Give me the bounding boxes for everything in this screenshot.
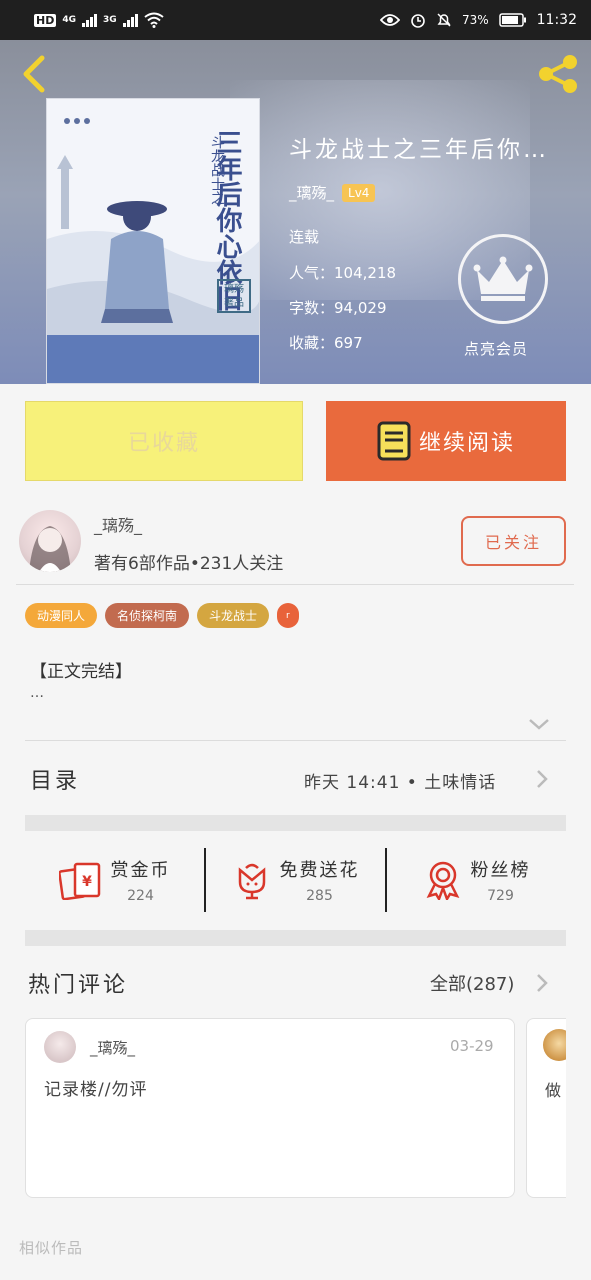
section-separator-2 bbox=[25, 930, 566, 946]
mute-bell-icon bbox=[437, 13, 451, 27]
author-card-summary: 著有6部作品•231人关注 bbox=[94, 554, 284, 574]
tag-item[interactable]: 名侦探柯南 bbox=[105, 603, 190, 628]
toc-label[interactable]: 目录 bbox=[30, 763, 80, 795]
book-title: 斗龙战士之三年后你… bbox=[289, 137, 549, 163]
svg-text:¥: ¥ bbox=[82, 874, 92, 890]
tag-item[interactable]: r bbox=[277, 603, 299, 628]
all-comments-link[interactable]: 全部(287) bbox=[430, 970, 514, 996]
stat-label: 赏金币 bbox=[110, 860, 171, 881]
tag-item[interactable]: 斗龙战士 bbox=[197, 603, 270, 628]
similar-works-title: 相似作品 bbox=[19, 1239, 84, 1257]
book-word-count: 字数：94,029 bbox=[289, 299, 387, 317]
back-button[interactable] bbox=[14, 54, 54, 94]
flower-icon bbox=[238, 863, 265, 900]
stat-label: 粉丝榜 bbox=[470, 860, 531, 881]
free-flower-button[interactable]: 免费送花 285 bbox=[206, 845, 385, 915]
comment-user[interactable]: _璃殇_ bbox=[90, 1037, 135, 1058]
alarm-icon bbox=[411, 14, 425, 28]
cover-badge: 璃殇 著品 bbox=[217, 279, 251, 313]
stat-value: 285 bbox=[306, 888, 333, 904]
book-author-name[interactable]: _璃殇_ bbox=[289, 182, 334, 203]
author-avatar-art bbox=[29, 526, 71, 572]
comment-text: 记录楼//勿评 bbox=[44, 1080, 148, 1100]
book-popularity: 人气：104,218 bbox=[289, 264, 397, 282]
section-separator bbox=[25, 815, 566, 831]
comment-text: 做 bbox=[545, 1081, 562, 1100]
tag-list: 动漫同人 名侦探柯南 斗龙战士 r bbox=[25, 603, 299, 628]
book-cover[interactable]: 斗龙战士之 三年后你心依旧 璃殇 著品 bbox=[46, 98, 260, 384]
toc-chevron-right-icon[interactable] bbox=[534, 768, 550, 790]
share-button[interactable] bbox=[534, 52, 582, 96]
book-status: 连载 bbox=[289, 228, 320, 246]
fan-ranking-button[interactable]: 粉丝榜 729 bbox=[387, 845, 566, 915]
battery-icon bbox=[498, 13, 526, 27]
hot-comments-title: 热门评论 bbox=[28, 973, 129, 998]
book-favorites: 收藏：697 bbox=[289, 334, 363, 352]
follow-button[interactable]: 已关注 bbox=[461, 516, 566, 566]
follow-button-label: 已关注 bbox=[484, 533, 542, 552]
intro-divider bbox=[25, 740, 566, 741]
signal-icon bbox=[82, 13, 97, 27]
continue-reading-button[interactable]: 继续阅读 bbox=[326, 401, 566, 481]
comment-avatar[interactable] bbox=[543, 1029, 566, 1061]
stat-value: 224 bbox=[127, 888, 154, 904]
medal-icon bbox=[426, 861, 459, 900]
author-card-name[interactable]: _璃殇_ bbox=[94, 512, 142, 536]
battery-percent: 73% bbox=[461, 13, 489, 27]
author-avatar[interactable] bbox=[19, 510, 81, 572]
book-icon bbox=[377, 421, 411, 461]
hd-indicator: HD bbox=[34, 13, 57, 27]
all-comments-chevron-icon[interactable] bbox=[534, 972, 550, 994]
intro-title: 【正文完结】 bbox=[30, 662, 132, 682]
eye-icon bbox=[379, 14, 400, 26]
chevron-down-icon bbox=[529, 719, 549, 730]
wifi-icon bbox=[144, 12, 164, 28]
crown-icon bbox=[473, 256, 533, 301]
status-bar: HD 4G 3G 73% 11:32 bbox=[0, 0, 591, 40]
comment-avatar[interactable] bbox=[44, 1031, 76, 1063]
intro-body: … bbox=[30, 685, 44, 701]
comment-card[interactable]: _璃殇_ 03-29 记录楼//勿评 bbox=[25, 1018, 515, 1198]
stat-value: 729 bbox=[487, 888, 514, 904]
collect-button[interactable]: 已收藏 bbox=[25, 401, 303, 481]
signal-icon-2 bbox=[122, 13, 138, 27]
continue-reading-label: 继续阅读 bbox=[418, 431, 515, 456]
comment-date: 03-29 bbox=[450, 1037, 494, 1055]
red-envelope-icon: ¥ bbox=[58, 862, 100, 900]
author-level-badge: Lv4 bbox=[342, 183, 376, 202]
vip-button[interactable] bbox=[458, 234, 548, 324]
cover-bottom-band bbox=[47, 335, 259, 383]
comment-card-partial[interactable]: 做 bbox=[526, 1018, 566, 1198]
stat-label: 免费送花 bbox=[279, 860, 360, 881]
collect-button-label: 已收藏 bbox=[127, 431, 200, 456]
author-divider bbox=[16, 584, 574, 585]
stats-row: ¥ 赏金币 224 免费送花 285 粉丝榜 729 bbox=[25, 845, 566, 915]
reward-coin-button[interactable]: ¥ 赏金币 224 bbox=[25, 845, 204, 915]
network-4g-label: 4G bbox=[62, 15, 76, 25]
chevron-left-icon bbox=[23, 55, 45, 93]
book-author-row[interactable]: _璃殇_ Lv4 bbox=[289, 182, 376, 203]
book-header: 斗龙战士之 三年后你心依旧 璃殇 著品 斗龙战士之三年后你… _璃殇_ Lv4 … bbox=[0, 40, 591, 384]
network-3g-label: 3G bbox=[103, 15, 117, 25]
expand-intro-button[interactable] bbox=[528, 716, 550, 732]
vip-label: 点亮会员 bbox=[464, 340, 529, 358]
tag-item[interactable]: 动漫同人 bbox=[25, 603, 98, 628]
toc-latest-chapter[interactable]: 昨天 14:41 • 土味情话 bbox=[304, 768, 496, 793]
clock: 11:32 bbox=[536, 12, 577, 28]
share-icon bbox=[539, 55, 577, 93]
